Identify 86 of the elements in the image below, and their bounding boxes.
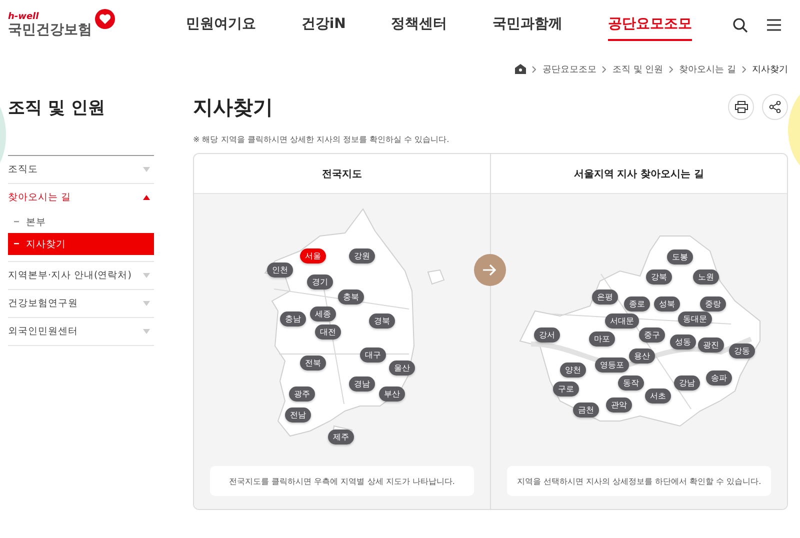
region-pin[interactable]: 경남 <box>349 376 375 392</box>
sidebar-item[interactable]: 지역본부·지사 안내(연락처) <box>8 262 154 290</box>
region-pin[interactable]: 중랑 <box>700 296 726 312</box>
caret-down-icon <box>143 273 150 278</box>
region-pin[interactable]: 부산 <box>379 386 405 402</box>
region-pin[interactable]: 관악 <box>606 398 632 412</box>
sidebar-subitem[interactable]: 지사찾기 <box>8 233 154 255</box>
region-pin[interactable]: 동대문 <box>678 312 712 326</box>
breadcrumb-link[interactable]: 지사찾기 <box>752 62 788 76</box>
region-pin[interactable]: 전남 <box>285 408 311 422</box>
region-pin[interactable]: 종로 <box>624 296 650 312</box>
breadcrumb-link[interactable]: 조직 및 인원 <box>612 62 664 76</box>
menu-icon[interactable] <box>766 17 782 33</box>
region-pin[interactable]: 서대문 <box>605 314 639 328</box>
region-pin[interactable]: 강원 <box>349 248 375 264</box>
nav-menu-item[interactable]: 공단요모조모 <box>608 9 692 41</box>
region-pin[interactable]: 중구 <box>639 328 665 342</box>
chevron-icon <box>532 66 536 72</box>
chevron-icon <box>669 66 674 72</box>
map-caption: 지역을 선택하시면 지사의 상세정보를 하단에서 확인할 수 있습니다. <box>507 466 771 496</box>
region-pin[interactable]: 마포 <box>589 332 615 346</box>
chevron-icon <box>742 66 746 72</box>
map-caption: 전국지도를 클릭하시면 우측에 지역별 상세 지도가 나타납니다. <box>210 466 474 496</box>
search-icon[interactable] <box>732 17 748 33</box>
region-pin[interactable]: 광주 <box>289 386 315 402</box>
sidebar-item[interactable]: 외국인민원센터 <box>8 318 154 346</box>
region-pin[interactable]: 노원 <box>693 270 719 284</box>
share-button[interactable] <box>762 94 788 120</box>
sidebar-title: 조직 및 인원 <box>8 92 154 156</box>
breadcrumb-link[interactable]: 찾아오시는 길 <box>679 62 736 76</box>
region-pin[interactable]: 세종 <box>310 306 336 322</box>
region-pin[interactable]: 용산 <box>629 348 655 364</box>
region-pin[interactable]: 강남 <box>674 376 700 390</box>
dash-icon <box>14 243 19 245</box>
region-pin[interactable]: 광진 <box>698 338 724 352</box>
nav-menu-item[interactable]: 민원여기요 <box>186 9 256 41</box>
region-pin[interactable]: 구로 <box>553 382 579 396</box>
caret-down-icon <box>143 167 150 172</box>
breadcrumb-link[interactable]: 공단요모조모 <box>542 62 596 76</box>
region-pin[interactable]: 대구 <box>360 348 386 362</box>
nav-menu-item[interactable]: 정책센터 <box>391 9 448 41</box>
caret-down-icon <box>143 329 150 334</box>
chevron-icon <box>602 66 606 72</box>
region-pin[interactable]: 강서 <box>534 328 560 342</box>
region-pin[interactable]: 인천 <box>267 262 293 278</box>
panel-heading: 서울지역 지사 찾아오시는 길 <box>491 154 787 194</box>
print-button[interactable] <box>728 94 754 120</box>
region-pin[interactable]: 경기 <box>307 274 333 290</box>
region-pin[interactable]: 성동 <box>670 334 696 350</box>
region-pin[interactable]: 동작 <box>618 376 644 390</box>
nav-menu-item[interactable]: 국민과함께 <box>492 9 563 41</box>
region-pin[interactable]: 충남 <box>280 312 306 326</box>
region-pin[interactable]: 강동 <box>729 344 755 358</box>
printer-icon <box>734 101 748 113</box>
region-pin[interactable]: 서초 <box>645 388 671 404</box>
region-pin[interactable]: 금천 <box>573 402 599 418</box>
heart-logo-icon <box>94 8 116 30</box>
sidebar-item[interactable]: 건강보험연구원 <box>8 290 154 318</box>
dash-icon <box>14 221 19 223</box>
region-pin[interactable]: 양천 <box>560 362 586 378</box>
region-pin[interactable]: 은평 <box>592 290 618 304</box>
region-pin[interactable]: 충북 <box>338 290 364 304</box>
region-pin[interactable]: 영등포 <box>595 358 629 372</box>
sidebar-subitem[interactable]: 본부 <box>8 211 154 233</box>
page-title: 지사찾기 <box>193 94 273 120</box>
share-icon <box>769 101 781 113</box>
home-icon[interactable] <box>515 64 526 74</box>
logo-tagline: h-well <box>8 12 40 22</box>
sidebar-item[interactable]: 찾아오시는 길 <box>8 184 154 211</box>
caret-up-icon <box>143 195 150 200</box>
panel-heading: 전국지도 <box>194 154 490 194</box>
caret-down-icon <box>143 301 150 306</box>
region-pin[interactable]: 전북 <box>300 356 326 370</box>
region-pin[interactable]: 대전 <box>315 324 341 340</box>
region-pin[interactable]: 제주 <box>328 430 354 444</box>
region-pin[interactable]: 서울 <box>300 248 326 264</box>
logo-name: 국민건강보험 <box>8 22 92 38</box>
region-pin[interactable]: 울산 <box>389 360 415 376</box>
nav-menu-item[interactable]: 건강iN <box>301 9 346 41</box>
region-pin[interactable]: 도봉 <box>667 250 693 264</box>
region-pin[interactable]: 송파 <box>706 370 732 386</box>
info-note: ※ 해당 지역을 클릭하시면 상세한 지사의 정보를 확인하실 수 있습니다. <box>193 134 450 145</box>
sidebar-item[interactable]: 조직도 <box>8 156 154 184</box>
region-pin[interactable]: 강북 <box>646 270 672 284</box>
region-pin[interactable]: 경북 <box>369 314 395 328</box>
region-pin[interactable]: 성북 <box>654 296 680 312</box>
